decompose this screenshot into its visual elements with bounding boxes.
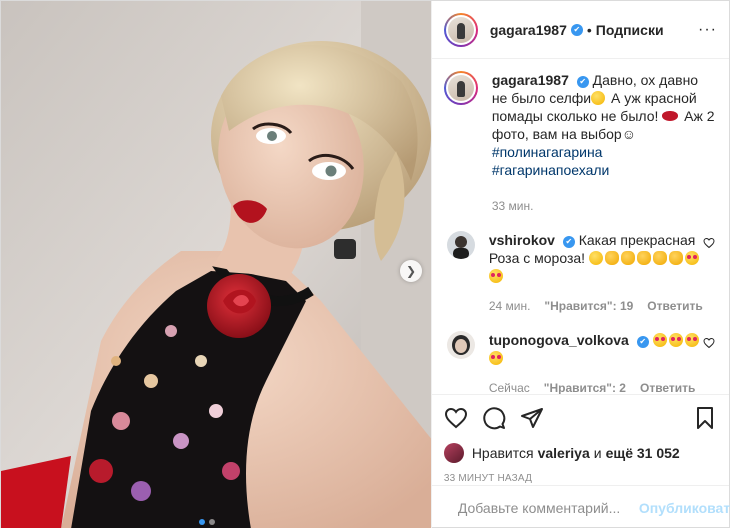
heart-eyes-emoji-icon	[652, 333, 667, 347]
post-sidebar: gagara1987 ✔ • Подписки ··· gagara1987 ✔…	[431, 1, 730, 528]
add-comment-bar: Опубликовать	[431, 485, 730, 528]
likes-prefix: Нравится	[471, 445, 534, 461]
heart-eyes-emoji-icon	[684, 333, 699, 347]
lips-emoji-icon	[662, 111, 679, 121]
author-avatar[interactable]	[443, 12, 478, 47]
reply-button[interactable]: Ответить	[640, 379, 695, 394]
comment-likes[interactable]: "Нравится": 2	[544, 379, 626, 394]
heart-eyes-emoji-icon	[488, 269, 503, 283]
comment-icon[interactable]	[482, 406, 506, 430]
post-timestamp[interactable]: 33 МИНУТ НАЗАД	[444, 473, 717, 484]
thumbs-up-emoji-icon	[604, 251, 619, 265]
instagram-post: ❯ gagara1987 ✔ • Подписки ··· gagara1987…	[0, 0, 730, 528]
carousel-dot-active	[199, 519, 205, 525]
heart-icon[interactable]	[444, 406, 468, 430]
separator: •	[586, 21, 592, 38]
clapping-emoji-icon	[636, 251, 651, 265]
carousel-dots	[199, 519, 215, 525]
verified-badge-icon: ✔	[562, 236, 575, 248]
post-photo[interactable]: ❯	[1, 1, 432, 528]
heart-eyes-emoji-icon	[488, 351, 503, 365]
post-header: gagara1987 ✔ • Подписки ···	[431, 1, 729, 59]
liker-avatar[interactable]	[443, 443, 464, 463]
heart-eyes-emoji-icon	[684, 251, 699, 265]
smile-emoji-icon	[588, 251, 603, 265]
ok-hand-emoji-icon	[620, 251, 635, 265]
author-username[interactable]: gagara1987	[490, 22, 567, 38]
likes-and: и	[593, 445, 602, 461]
heart-eyes-emoji-icon	[668, 333, 683, 347]
commenter-username[interactable]: vshirokov	[489, 232, 555, 248]
verified-badge-icon: ✔	[570, 23, 583, 36]
carousel-dot	[209, 519, 215, 525]
comments-list[interactable]: gagara1987 ✔ Давно, ох давно не было сел…	[432, 59, 729, 394]
following-button[interactable]: Подписки	[596, 22, 664, 38]
commenter-avatar[interactable]	[446, 231, 475, 259]
post-actions: Нравится valeriya и ещё 31 052 33 МИНУТ …	[431, 394, 729, 484]
laughing-emoji-icon	[591, 91, 606, 105]
liker-username[interactable]: valeriya	[538, 445, 590, 461]
caption-avatar[interactable]	[443, 71, 478, 105]
bookmark-icon[interactable]	[693, 406, 717, 430]
verified-badge-icon: ✔	[576, 76, 589, 88]
comment-item: vshirokov ✔ Какая прекрасная Роза с моро…	[444, 231, 715, 315]
caption-username[interactable]: gagara1987	[492, 72, 569, 88]
commenter-username[interactable]: tuponogova_volkova	[489, 332, 629, 348]
next-photo-button[interactable]: ❯	[400, 260, 422, 282]
comment-likes[interactable]: "Нравится": 19	[544, 297, 633, 315]
verified-badge-icon: ✔	[636, 336, 649, 348]
comment-input[interactable]	[457, 499, 639, 516]
comment-time[interactable]: 24 мин.	[489, 297, 531, 315]
hashtag-link[interactable]: #гагаринапоехали	[492, 162, 610, 178]
heart-icon[interactable]	[703, 337, 715, 349]
smile-symbol: ☺	[621, 126, 637, 142]
hashtag-link[interactable]: #полинагагарина	[492, 144, 603, 160]
more-options-icon[interactable]: ···	[698, 21, 717, 39]
comment-time[interactable]: Сейчас	[489, 379, 530, 394]
heart-icon[interactable]	[703, 237, 715, 249]
likes-count[interactable]: ещё 31 052	[606, 445, 680, 461]
likes-summary[interactable]: Нравится valeriya и ещё 31 052	[443, 443, 717, 463]
share-icon[interactable]	[520, 406, 544, 430]
caption: gagara1987 ✔ Давно, ох давно не было сел…	[443, 71, 715, 215]
reply-button[interactable]: Ответить	[647, 297, 702, 315]
clapping-emoji-icon	[668, 251, 683, 265]
action-icons	[444, 401, 717, 435]
selfie-image	[1, 1, 431, 528]
commenter-avatar[interactable]	[446, 331, 475, 359]
comment-item: tuponogova_volkova ✔ Сейчас "Нравится": …	[444, 331, 715, 394]
clapping-emoji-icon	[652, 251, 667, 265]
caption-time[interactable]: 33 мин.	[492, 197, 534, 215]
publish-button[interactable]: Опубликовать	[639, 500, 730, 516]
chevron-right-icon: ❯	[405, 264, 417, 278]
